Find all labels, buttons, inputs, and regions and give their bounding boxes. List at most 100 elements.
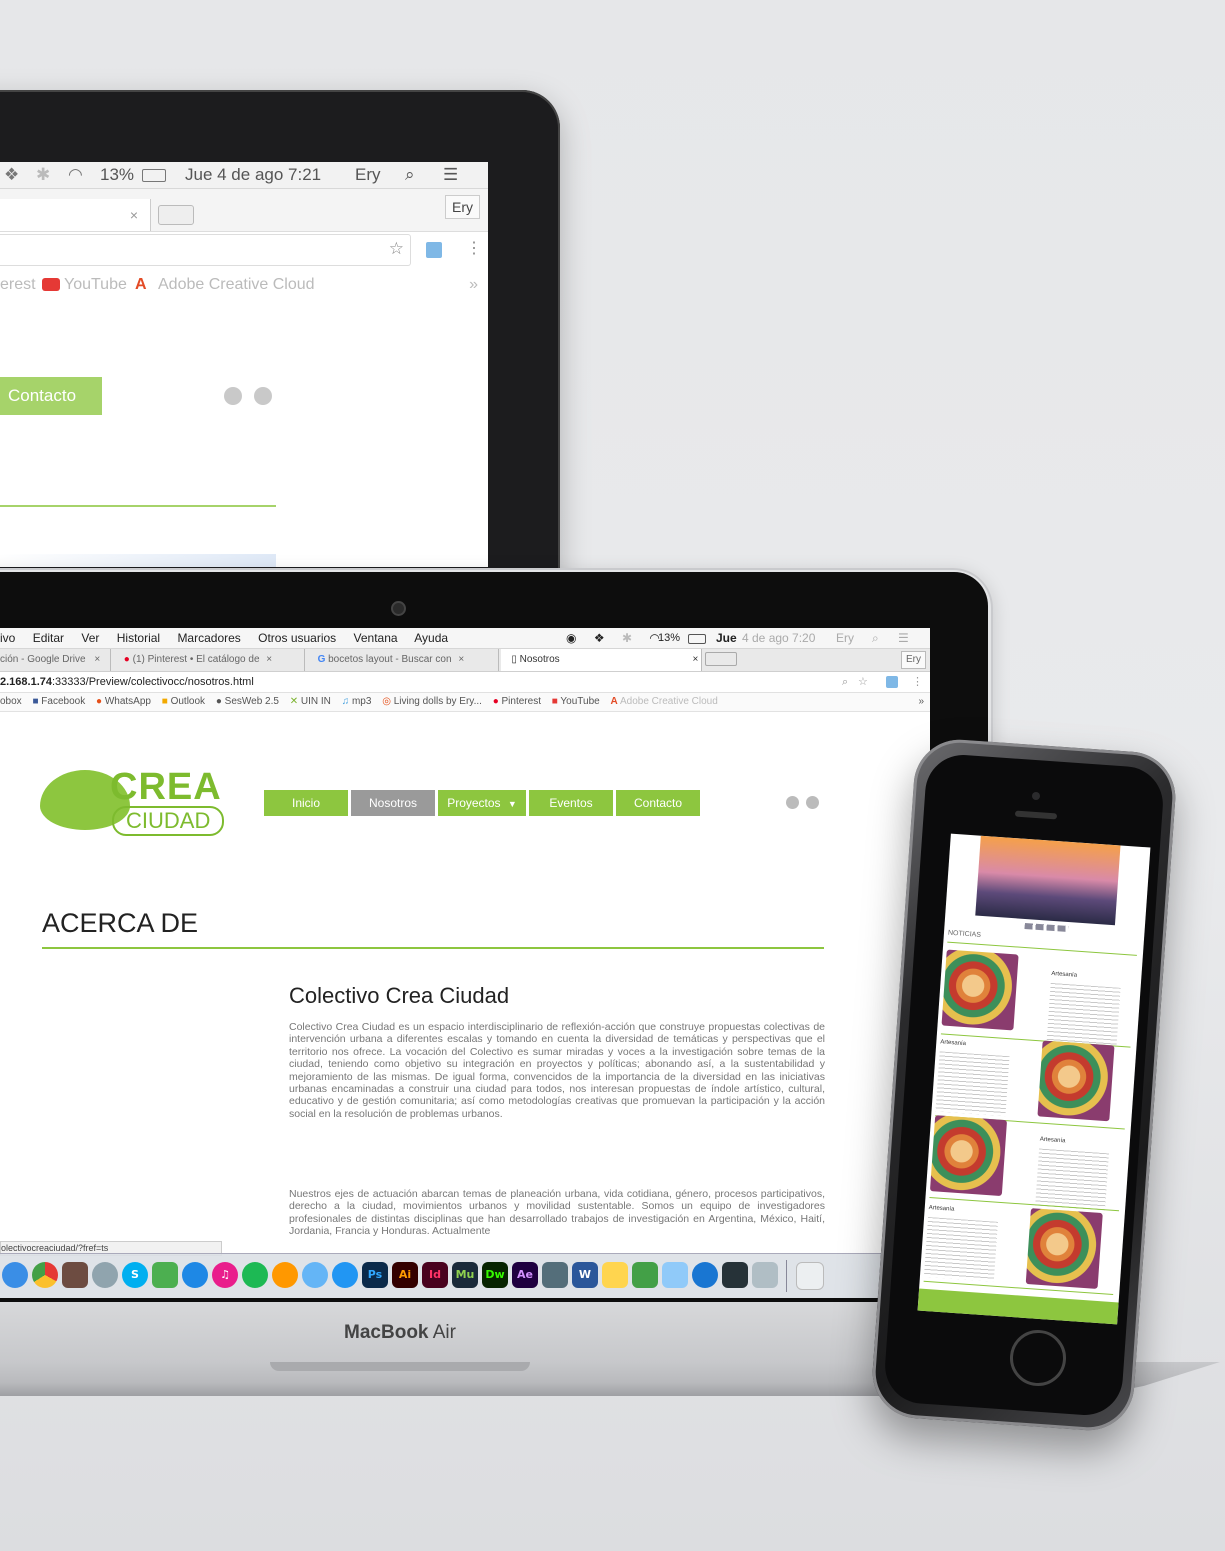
phone-news-title[interactable]: Artesanía [1051, 971, 1077, 979]
menubar-clock[interactable]: Jue 4 de ago 7:21 [185, 162, 321, 188]
illustrator-icon[interactable]: Ai [392, 1262, 418, 1288]
facebook-icon[interactable] [786, 796, 799, 809]
indesign-icon[interactable]: Id [422, 1262, 448, 1288]
menu-editar[interactable]: Editar [33, 631, 64, 645]
camera-app-icon[interactable] [722, 1262, 748, 1288]
menu-otros-usuarios[interactable]: Otros usuarios [258, 631, 336, 645]
skype-icon[interactable]: S [122, 1262, 148, 1288]
menu-historial[interactable]: Historial [117, 631, 160, 645]
tab-pinterest[interactable]: ● (1) Pinterest • El catálogo de × [114, 649, 305, 671]
back-tab[interactable]: × [0, 199, 151, 231]
bookmark-mp3[interactable]: ♫ mp3 [342, 696, 372, 707]
menu-ventana[interactable]: Ventana [354, 631, 398, 645]
dreamweaver-icon[interactable]: Dw [482, 1262, 508, 1288]
chrome-menu-icon[interactable]: ⋮ [466, 238, 482, 258]
tab-close-icon[interactable]: × [458, 654, 464, 665]
bookmarks-overflow[interactable]: » [918, 693, 924, 711]
bookmark-youtube[interactable]: ■ YouTube [552, 696, 600, 707]
installer-icon[interactable] [62, 1262, 88, 1288]
new-tab-button[interactable] [158, 205, 194, 225]
tab-google-search[interactable]: G bocetos layout - Buscar con × [308, 649, 499, 671]
new-tab-button[interactable] [705, 652, 738, 667]
notification-center-icon[interactable]: ☰ [898, 628, 909, 648]
tab-close-icon[interactable]: × [266, 654, 272, 665]
phone-news-image[interactable] [1037, 1040, 1115, 1122]
fontlab-icon[interactable] [542, 1262, 568, 1288]
ibooks-icon[interactable] [272, 1262, 298, 1288]
tab-close-icon[interactable]: × [692, 654, 698, 665]
bookmark-adobe[interactable]: A Adobe Creative Cloud [611, 696, 718, 707]
bookmark-youtube[interactable]: YouTube [64, 276, 127, 294]
zoom-icon[interactable]: ⌕ [842, 672, 848, 692]
facebook-icon[interactable] [224, 387, 242, 405]
trash-icon[interactable] [796, 1262, 824, 1290]
battery-icon[interactable] [688, 634, 706, 644]
twitter-icon[interactable] [254, 387, 272, 405]
nav-nosotros[interactable]: Nosotros [351, 790, 435, 816]
notes-icon[interactable] [602, 1262, 628, 1288]
safari-icon[interactable] [2, 1262, 28, 1288]
back-omnibox[interactable]: ☆ [0, 234, 411, 266]
nav-contacto[interactable]: Contacto [616, 790, 700, 816]
preview-icon[interactable] [662, 1262, 688, 1288]
wifi-icon[interactable]: ◠ [68, 162, 83, 188]
notification-center-icon[interactable]: ☰ [443, 162, 458, 188]
star-icon[interactable]: ☆ [858, 672, 868, 692]
twitter-icon[interactable] [806, 796, 819, 809]
messages-icon[interactable] [152, 1262, 178, 1288]
menubar-clock[interactable]: 4 de ago 7:20 [742, 628, 815, 648]
creative-cloud-icon[interactable]: ◉ [566, 631, 576, 645]
launchpad-icon[interactable] [92, 1262, 118, 1288]
xcode-icon[interactable] [692, 1262, 718, 1288]
tab-nosotros[interactable]: ▯ Nosotros × [501, 649, 703, 671]
bluetooth-icon[interactable]: ✱ [36, 162, 50, 188]
menu-ver[interactable]: Ver [81, 631, 99, 645]
back-contact-button[interactable]: Contacto [0, 377, 102, 415]
bookmark-living-dolls[interactable]: ◎ Living dolls by Ery... [382, 696, 482, 707]
extension-icon[interactable] [886, 676, 898, 688]
bookmark-dropbox[interactable]: obox [0, 696, 22, 707]
nav-inicio[interactable]: Inicio [264, 790, 348, 816]
muse-icon[interactable]: Mu [452, 1262, 478, 1288]
phone-news-image[interactable] [1025, 1208, 1103, 1289]
menu-marcadores[interactable]: Marcadores [177, 631, 240, 645]
spotlight-icon[interactable]: ⌕ [872, 628, 879, 648]
site-logo[interactable]: CREA CIUDAD [40, 758, 225, 848]
chat-icon[interactable] [302, 1262, 328, 1288]
photoshop-icon[interactable]: Ps [362, 1262, 388, 1288]
tab-close-icon[interactable]: × [94, 654, 100, 665]
spotlight-icon[interactable]: ⌕ [405, 162, 415, 188]
chrome-menu-icon[interactable]: ⋮ [912, 672, 923, 692]
star-icon[interactable]: ☆ [389, 239, 404, 259]
bookmark-uin[interactable]: ✕ UIN IN [290, 696, 331, 707]
phone-news-title[interactable]: Artesanía [929, 1205, 955, 1213]
word-icon[interactable]: W [572, 1262, 598, 1288]
phone-news-image[interactable] [941, 949, 1019, 1031]
bookmarks-overflow[interactable]: » [469, 276, 478, 294]
bookmark-pinterest[interactable]: erest [0, 276, 36, 294]
profile-button[interactable]: Ery [445, 195, 480, 219]
nav-proyectos[interactable]: Proyectos ▼ [438, 790, 526, 816]
app-store-icon[interactable] [332, 1262, 358, 1288]
bookmark-sesweb[interactable]: ● SesWeb 2.5 [216, 696, 279, 707]
chrome-icon[interactable] [32, 1262, 58, 1288]
tab-close-icon[interactable]: × [130, 207, 138, 223]
nav-eventos[interactable]: Eventos [529, 790, 613, 816]
menubar-user[interactable]: Ery [355, 162, 381, 188]
phone-news-image[interactable] [929, 1115, 1008, 1197]
extension-icon[interactable] [426, 242, 442, 258]
finder-icon[interactable] [752, 1262, 778, 1288]
quicktime-icon[interactable] [182, 1262, 208, 1288]
numbers-icon[interactable] [632, 1262, 658, 1288]
phone-news-title[interactable]: Artesanía [940, 1039, 966, 1047]
bookmark-whatsapp[interactable]: ● WhatsApp [96, 696, 151, 707]
phone-carousel-dots[interactable] [1024, 922, 1069, 933]
bookmark-facebook[interactable]: ■ Facebook [32, 696, 85, 707]
address-bar[interactable]: 2.168.1.74:33333/Preview/colectivocc/nos… [0, 672, 930, 693]
bluetooth-icon[interactable]: ✱ [622, 631, 632, 645]
dropbox-icon[interactable]: ❖ [4, 162, 19, 188]
profile-button[interactable]: Ery [901, 651, 926, 669]
menubar-clock-day[interactable]: Jue [716, 628, 737, 648]
after-effects-icon[interactable]: Ae [512, 1262, 538, 1288]
phone-news-title[interactable]: Artesanía [1040, 1137, 1066, 1145]
